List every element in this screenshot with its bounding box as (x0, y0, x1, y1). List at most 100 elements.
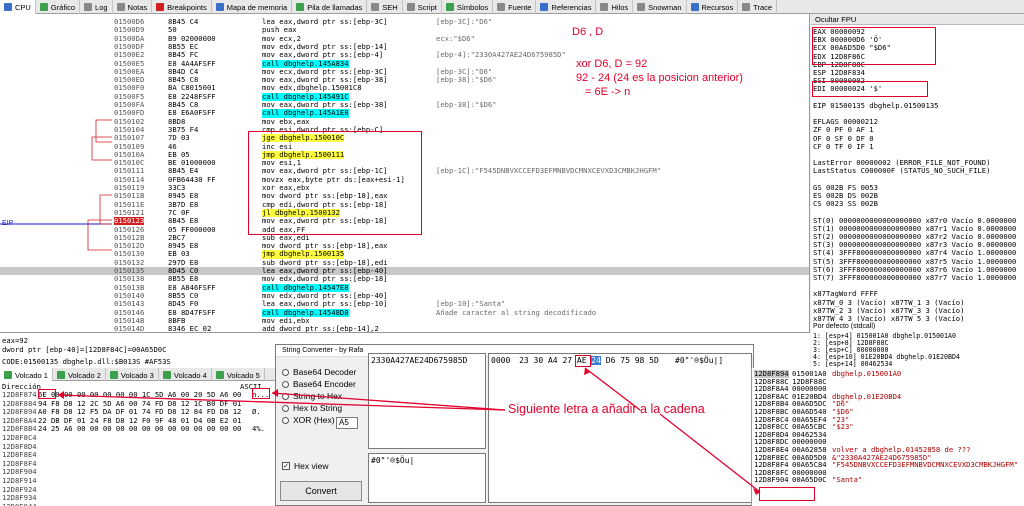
tab-label: SEH (382, 2, 398, 12)
tab-icon (371, 3, 380, 11)
radio-icon (282, 404, 289, 412)
tab-label: CPU (15, 2, 31, 12)
radio-icon (282, 368, 289, 376)
tab-icon (116, 3, 125, 11)
disasm-cmt: [ebp-3C]:"D6" (436, 17, 493, 26)
annotation-box-hex-byte (575, 355, 591, 367)
tab-label: Trace (753, 2, 773, 12)
convert-button[interactable]: Convert (280, 481, 362, 501)
dump-tab-icon (162, 371, 171, 379)
disasm-cmt: ecx:"$D6" (436, 33, 475, 43)
tab-breakpoints[interactable]: Breakpoints (152, 0, 212, 14)
disasm-cmt: [ebp-1C]:"F545DNBVXCCEFD3EFMNBVDCMNXCEVX… (436, 166, 662, 176)
converter-output-text[interactable]: #0"'®$Öu| (368, 453, 486, 503)
register-line[interactable]: CF 0 TF 0 IF 1 (813, 142, 874, 151)
tab-label: Log (95, 2, 108, 12)
dump-tab-label: Volcado 5 (226, 370, 260, 380)
tab-icon (296, 3, 305, 11)
disasm-cmt: [ebp-38]:"$D6" (436, 75, 497, 85)
xor-key-input[interactable]: A5 (336, 417, 358, 429)
tab-pila-de-llamadas[interactable]: Pila de llamadas (292, 0, 368, 14)
dump-tab-label: Volcado 4 (173, 370, 207, 380)
tab-icon (540, 3, 549, 11)
hide-fpu-button[interactable]: Ocultar FPU (811, 14, 1024, 25)
tab-recursos[interactable]: Recursos (687, 0, 739, 14)
dump-ascii: Ø. (252, 407, 261, 417)
annotation-box-registers (812, 27, 936, 65)
tab-seh[interactable]: SEH (367, 0, 403, 14)
dump-tab-4[interactable]: Volcado 4 (159, 368, 212, 382)
hex-view-label: Hex view (294, 461, 329, 471)
tab-log[interactable]: Log (80, 0, 113, 14)
string-converter-window[interactable]: String Converter - by Rafa Base64 Decode… (275, 344, 754, 506)
tab-icon (742, 3, 751, 11)
disasm-addr: 015014D (114, 324, 145, 332)
disasm-cmt: [ebp-38]:"$D6" (436, 100, 497, 109)
option-base64-decoder[interactable]: Base64 Decoder (282, 367, 356, 377)
option-hex-to-string[interactable]: Hex to String (282, 403, 342, 413)
register-line[interactable]: CS 0023 SS 002B (813, 199, 878, 208)
hex-ascii: #0"'®$Öu|] (675, 356, 724, 365)
tab-gráfico[interactable]: Gráfico (36, 0, 81, 14)
disasm-row[interactable]: 015014D 8346 EC 02 add dword ptr ss:[ebp-1… (0, 324, 809, 332)
tab-mapa-de-memoria[interactable]: Mapa de memoria (212, 0, 293, 14)
dump-tab-bar: Volcado 1 Volcado 2 Volcado 3 Volcado 4 Volc… (0, 368, 275, 382)
annotation-box-edi (812, 81, 928, 97)
note-next-letter: Siguiente letra a añadir a la cadena (508, 402, 705, 416)
dump-tab-1[interactable]: Volcado 1 (0, 368, 53, 382)
dump-tab-label: Volcado 2 (67, 370, 101, 380)
tab-script[interactable]: Script (403, 0, 442, 14)
tab-label: Script (417, 2, 437, 12)
option-label: Base64 Encoder (293, 379, 356, 389)
note-xor: xor D6, D = 92 (576, 58, 648, 70)
tab-referencias[interactable]: Referencias (536, 0, 597, 14)
eip-marker: EIP (2, 220, 13, 227)
disasm-cmt: [ebp-4]:"2330A427AE24D675985D" (436, 50, 566, 60)
option-label: Base64 Decoder (293, 367, 357, 377)
checkbox-check-icon: ✓ (282, 462, 290, 470)
hex-view-checkbox[interactable]: ✓ Hex view (282, 461, 328, 471)
converter-input-text[interactable]: 2330A427AE24D675985D (368, 353, 486, 449)
tab-label: Recursos (701, 2, 734, 12)
dump-tab-3[interactable]: Volcado 3 (106, 368, 159, 382)
radio-icon (282, 392, 289, 400)
dump-tab-icon (109, 371, 118, 379)
tab-icon (84, 3, 93, 11)
stack-panel[interactable]: 12D8F894 015001A0 dbghelp.015001A0 12D8F88C… (751, 368, 1024, 506)
tab-label: Hilos (611, 2, 629, 12)
option-string-to-hex[interactable]: String to Hex (282, 391, 342, 401)
radio-icon (282, 416, 289, 424)
option-label: XOR (Hex) (293, 415, 335, 425)
dump-tab-icon (56, 371, 65, 379)
tab-label: Gráfico (50, 2, 76, 12)
converter-hex-view[interactable]: 0000 23 30 A4 27 AE 24 D6 75 98 5D #0"'®… (488, 353, 752, 503)
tab-icon (39, 3, 48, 11)
tab-notas[interactable]: Notas (113, 0, 153, 14)
tab-label: Breakpoints (167, 2, 207, 12)
tab-label: Mapa de memoria (226, 2, 288, 12)
tab-icon (690, 3, 699, 11)
stack-comment: "Santa" (832, 475, 863, 485)
memory-dump[interactable]: Dirección ASCII 12D8F874 6E 00 00 00 00 0… (0, 381, 275, 506)
annotation-box-stack-string (759, 487, 815, 501)
tab-trace[interactable]: Trace (738, 0, 778, 14)
register-line[interactable]: LastStatus C000000F (STATUS_NO_SUCH_FILE… (813, 167, 990, 175)
call-args-panel: Por defecto (stdcall) 1: [esp+4] 015001A… (811, 322, 1024, 368)
option-base64-encoder[interactable]: Base64 Encoder (282, 379, 356, 389)
register-line[interactable]: ST(7) 3FFF800000000000000 x87r7 Vacío 1.… (813, 273, 1016, 282)
dump-hex: 24 25 A6 00 00 00 00 00 00 00 00 00 00 0… (38, 424, 242, 434)
register-line[interactable]: EIP 01500135 dbghelp.01500135 (813, 101, 939, 110)
tab-cpu[interactable]: CPU (0, 0, 36, 14)
tab-hilos[interactable]: Hilos (596, 0, 634, 14)
note-result: = 6E -> n (585, 86, 631, 98)
dump-tab-5[interactable]: Volcado 5 (212, 368, 265, 382)
tab-fuente[interactable]: Fuente (493, 0, 537, 14)
dump-tab-2[interactable]: Volcado 2 (53, 368, 106, 382)
tab-snowman[interactable]: Snowman (633, 0, 687, 14)
option-xor-hex-[interactable]: XOR (Hex) (282, 415, 335, 425)
info-line-1: eax=92 (2, 336, 28, 345)
tab-símbolos[interactable]: Símbolos (442, 0, 494, 14)
call-arg-line: 5: [esp+14] 00462534 (813, 360, 893, 368)
tab-icon (215, 3, 224, 11)
annotation-box-dump-ascii (252, 388, 270, 399)
